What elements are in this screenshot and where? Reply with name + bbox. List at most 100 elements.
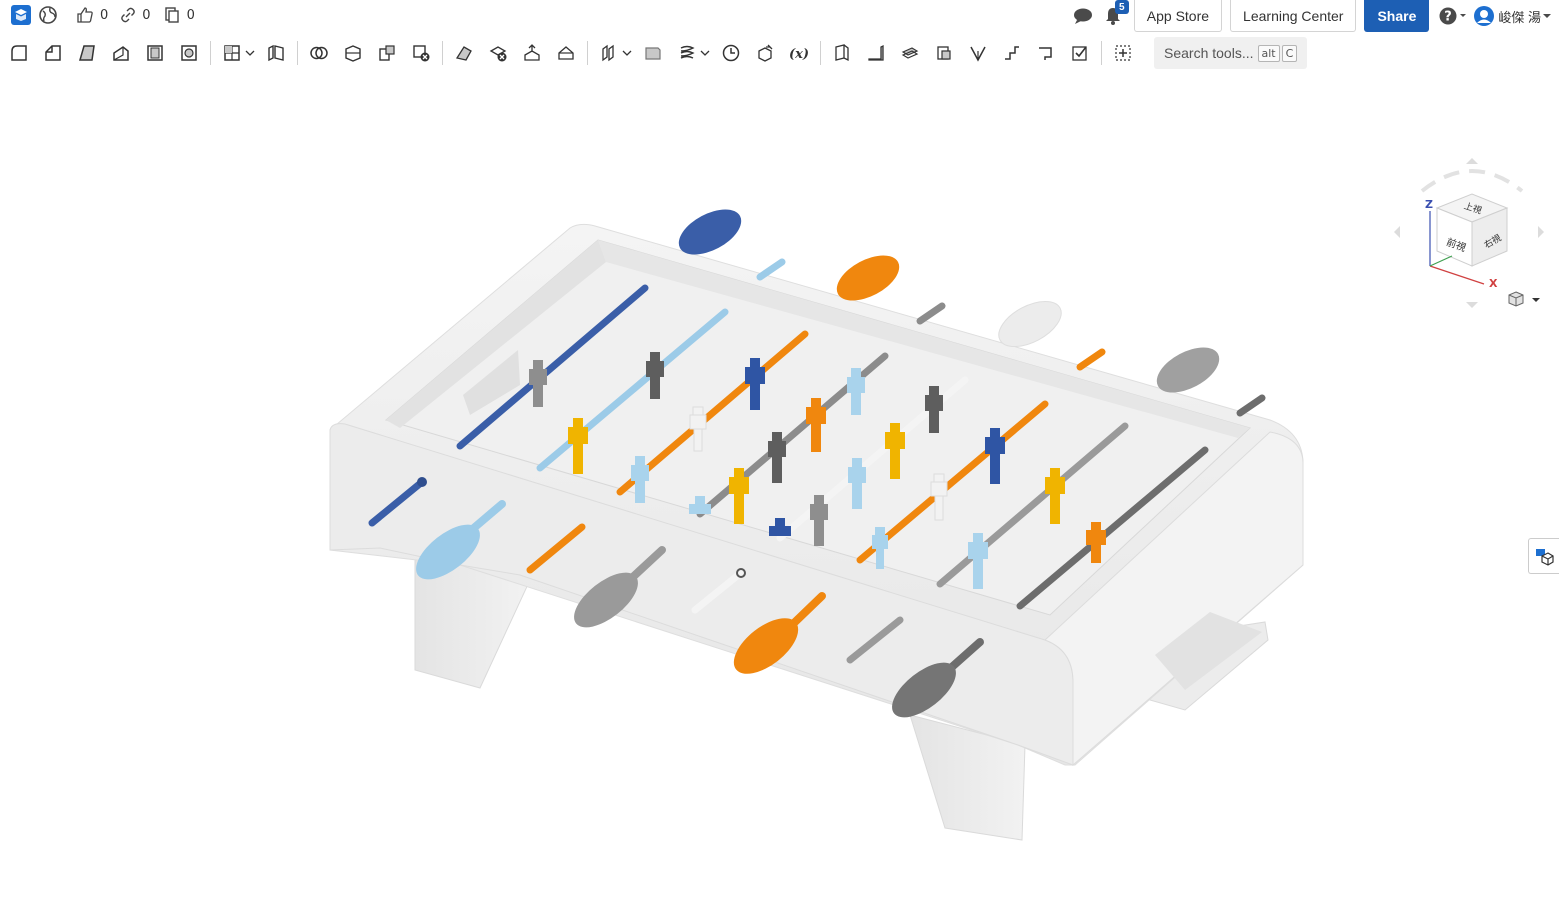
pattern-icon xyxy=(602,44,614,62)
tab-tool[interactable] xyxy=(927,37,961,69)
boolean-tool[interactable] xyxy=(302,37,336,69)
measure-tool[interactable] xyxy=(714,37,748,69)
learning-center-button[interactable]: Learning Center xyxy=(1230,0,1357,32)
sweep-tool[interactable] xyxy=(104,37,138,69)
thicken-tool[interactable] xyxy=(172,37,206,69)
y-axis xyxy=(1429,255,1453,267)
loft-tool[interactable] xyxy=(138,37,172,69)
onshape-app: 0 0 0 5 App Store Learning Center Share xyxy=(0,0,1559,921)
likes-counter[interactable]: 0 xyxy=(76,6,108,24)
sketch-icon xyxy=(11,45,27,61)
chevron-down-icon[interactable] xyxy=(622,37,632,69)
toolbar-divider xyxy=(442,41,443,65)
form-tool[interactable] xyxy=(995,37,1029,69)
rod-end-cap xyxy=(417,477,427,487)
shortcut-key-c: C xyxy=(1281,44,1298,62)
replace-face-tool[interactable] xyxy=(549,37,583,69)
view-options-menu[interactable] xyxy=(1508,291,1540,307)
arrow-down-icon[interactable] xyxy=(1466,302,1478,308)
variable-tool[interactable]: (x) xyxy=(782,37,816,69)
links-count: 0 xyxy=(142,7,151,23)
user-menu[interactable]: 峻傑 湯 xyxy=(1473,5,1553,27)
search-tools-input[interactable]: Search tools... alt C xyxy=(1154,37,1308,69)
transform-icon xyxy=(379,45,395,61)
chevron-down-icon[interactable] xyxy=(245,37,255,69)
pattern-tool[interactable] xyxy=(592,37,626,69)
rotate-arc-icon[interactable] xyxy=(1420,169,1524,193)
help-menu[interactable]: ? xyxy=(1439,6,1469,26)
arrow-up-icon[interactable] xyxy=(1466,158,1478,164)
notification-badge: 5 xyxy=(1114,0,1129,14)
thicken-icon xyxy=(181,45,197,61)
app-store-button[interactable]: App Store xyxy=(1133,0,1223,32)
plane-tool[interactable] xyxy=(636,37,670,69)
sketch-tool[interactable] xyxy=(2,37,36,69)
rod-stub-orange xyxy=(1076,348,1106,371)
toolbar-divider xyxy=(210,41,211,65)
graphics-viewport[interactable]: 上視 前視 右視 Z X xyxy=(0,72,1559,921)
extrude-icon xyxy=(45,45,61,61)
split-icon xyxy=(345,45,361,62)
appearance-panel-icon xyxy=(1536,549,1554,566)
delete-face-tool[interactable] xyxy=(481,37,515,69)
bend-tool[interactable] xyxy=(961,37,995,69)
foosball-table-model[interactable] xyxy=(0,72,1559,921)
chevron-down-icon xyxy=(1532,298,1540,302)
toolbar-divider xyxy=(587,41,588,65)
sweep-icon xyxy=(113,46,129,61)
view-cube[interactable]: 上視 前視 右視 Z X xyxy=(1392,156,1552,316)
split-tool[interactable] xyxy=(336,37,370,69)
clock-icon xyxy=(722,44,740,62)
corner-tool[interactable] xyxy=(1029,37,1063,69)
chevron-down-icon[interactable] xyxy=(700,37,710,69)
links-counter[interactable]: 0 xyxy=(120,7,151,23)
chamfer-icon xyxy=(268,44,284,62)
arrow-left-icon[interactable] xyxy=(1394,226,1400,238)
notifications-button[interactable]: 5 xyxy=(1100,0,1129,29)
helix-icon xyxy=(680,45,695,59)
chamfer-tool[interactable] xyxy=(259,37,293,69)
transform-tool[interactable] xyxy=(370,37,404,69)
toolbar-divider xyxy=(820,41,821,65)
top-bar-right: 5 App Store Learning Center Share ? 峻傑 湯 xyxy=(1072,0,1559,32)
modify-fillet-tool[interactable] xyxy=(447,37,481,69)
flange-tool[interactable] xyxy=(859,37,893,69)
help-icon: ? xyxy=(1439,7,1467,25)
copies-counter[interactable]: 0 xyxy=(163,6,195,24)
extrude-tool[interactable] xyxy=(36,37,70,69)
axis-z-label: Z xyxy=(1425,198,1433,211)
sheet-metal-icon xyxy=(835,44,849,62)
chevron-down-icon xyxy=(1543,14,1551,18)
user-name: 峻傑 湯 xyxy=(1498,9,1541,25)
copies-count: 0 xyxy=(186,7,195,23)
hem-tool[interactable] xyxy=(893,37,927,69)
rod-stub-gray xyxy=(916,302,946,325)
orientation-cube[interactable]: 上視 前視 右視 xyxy=(1435,193,1509,267)
mate-connector-icon xyxy=(758,44,773,62)
link-icon xyxy=(121,7,136,23)
helix-tool[interactable] xyxy=(670,37,704,69)
configurations-panel-tab[interactable] xyxy=(1528,538,1559,574)
arrow-right-icon[interactable] xyxy=(1538,226,1544,238)
toolbar-divider xyxy=(1101,41,1102,65)
add-custom-feature-tool[interactable] xyxy=(1106,37,1140,69)
onshape-logo-icon[interactable] xyxy=(10,4,32,26)
sheet-metal-tool[interactable] xyxy=(825,37,859,69)
mate-connector-tool[interactable] xyxy=(748,37,782,69)
rod-stub-lightblue xyxy=(756,258,786,281)
thumbs-up-icon xyxy=(77,7,93,23)
finish-sheet-metal-tool[interactable] xyxy=(1063,37,1097,69)
fillet-tool[interactable] xyxy=(215,37,249,69)
shortcut-key-alt: alt xyxy=(1257,44,1280,62)
move-face-tool[interactable] xyxy=(515,37,549,69)
tab-icon xyxy=(937,46,951,60)
document-actions: 0 0 0 xyxy=(10,4,195,26)
delete-part-tool[interactable] xyxy=(404,37,438,69)
comments-icon[interactable] xyxy=(1072,6,1094,26)
revolve-tool[interactable] xyxy=(70,37,104,69)
share-button[interactable]: Share xyxy=(1364,0,1430,32)
globe-icon[interactable] xyxy=(38,5,58,25)
modify-fillet-icon xyxy=(455,46,472,61)
variable-icon: (x) xyxy=(789,47,809,62)
hem-icon xyxy=(901,47,919,59)
